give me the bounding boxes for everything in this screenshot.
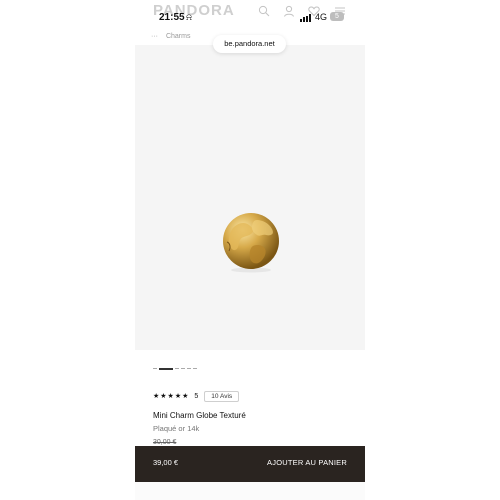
breadcrumb-charms[interactable]: Charms xyxy=(166,33,191,40)
rating-stars: ★★★★★ xyxy=(153,393,190,400)
status-time: 21:55 xyxy=(159,12,185,23)
globe-charm-image xyxy=(223,213,279,273)
reviews-button[interactable]: 10 Avis xyxy=(204,390,240,402)
status-bar: PANDORA 21:55 ⍾ 4G 5 xyxy=(135,0,365,34)
search-icon[interactable] xyxy=(258,5,270,17)
user-icon[interactable] xyxy=(283,5,295,17)
breadcrumb: ··· Charms xyxy=(151,33,190,40)
rating-value: 5 xyxy=(194,392,199,400)
product-title: Mini Charm Globe Texturé xyxy=(153,411,246,420)
add-to-cart-bar: 39,00 € AJOUTER AU PANIER xyxy=(135,446,365,482)
add-to-cart-button[interactable]: AJOUTER AU PANIER xyxy=(267,458,347,467)
battery-icon: 5 xyxy=(330,12,344,21)
product-material: Plaqué or 14k xyxy=(153,424,200,433)
old-price: 30,00 € xyxy=(153,439,177,446)
signal-icon xyxy=(300,14,312,22)
cart-price: 39,00 € xyxy=(153,458,179,467)
image-carousel-dots[interactable] xyxy=(153,360,199,370)
mute-icon: ⍾ xyxy=(186,12,192,22)
phone-screen: PANDORA 21:55 ⍾ 4G 5 be.pandora.net ··· … xyxy=(135,0,365,500)
product-image-area[interactable] xyxy=(135,45,365,350)
network-label: 4G xyxy=(315,12,328,22)
bottom-strip xyxy=(135,482,365,500)
breadcrumb-ellipsis[interactable]: ··· xyxy=(151,33,158,40)
url-pill[interactable]: be.pandora.net xyxy=(213,35,286,53)
rating-row: ★★★★★ 5 10 Avis xyxy=(153,390,240,402)
